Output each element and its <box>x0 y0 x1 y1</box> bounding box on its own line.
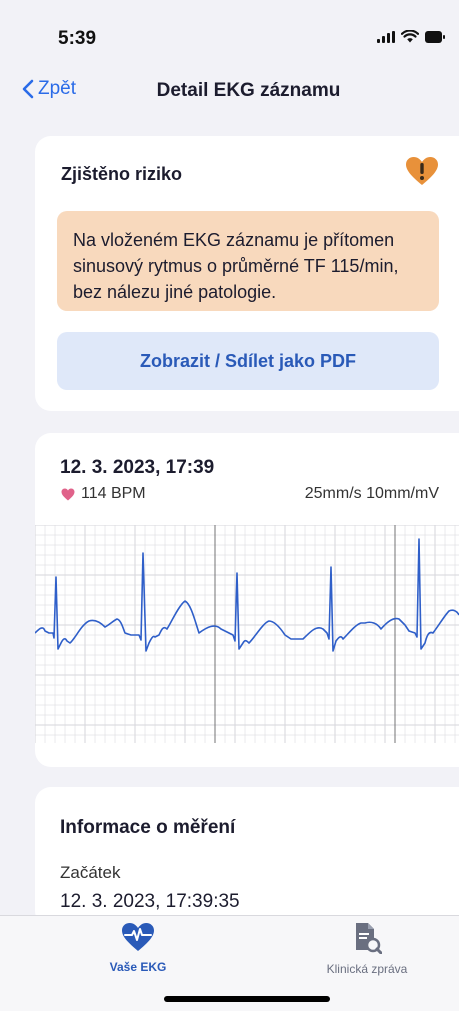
heart-pulse-icon <box>122 923 154 951</box>
risk-message: Na vloženém EKG záznamu je přítomen sinu… <box>73 230 399 302</box>
ekg-date: 12. 3. 2023, 17:39 <box>60 457 215 478</box>
risk-message-box: Na vloženém EKG záznamu je přítomen sinu… <box>57 211 439 311</box>
ekg-heart-rate: 114 BPM <box>61 485 146 503</box>
tab-label-klinicka-zprava: Klinická zpráva <box>326 962 408 976</box>
ekg-scale: 25mm/s 10mm/mV <box>304 485 439 502</box>
wifi-icon <box>401 30 419 43</box>
cellular-signal-icon <box>377 30 395 43</box>
ekg-trace-chart <box>35 525 459 743</box>
view-share-pdf-button[interactable]: Zobrazit / Sdílet jako PDF <box>57 332 439 390</box>
status-time: 5:39 <box>58 28 97 49</box>
document-search-icon <box>356 923 383 955</box>
risk-card: Zjištěno riziko Na vloženém EKG záznamu … <box>35 136 459 411</box>
info-title: Informace o měření <box>60 817 236 838</box>
heart-icon <box>61 488 75 500</box>
tab-vase-ekg[interactable]: Vaše EKG <box>48 922 228 974</box>
battery-icon <box>425 30 445 43</box>
risk-title: Zjištěno riziko <box>61 164 183 184</box>
home-indicator <box>164 996 330 1002</box>
tab-label-vase-ekg: Vaše EKG <box>109 960 167 974</box>
heart-warning-icon <box>406 157 438 185</box>
status-icons <box>377 30 445 43</box>
tab-klinicka-zprava[interactable]: Klinická zpráva <box>277 922 457 976</box>
measurement-info-card: Informace o měření Začátek 12. 3. 2023, … <box>35 787 459 927</box>
status-bar: 5:39 <box>0 0 459 62</box>
ekg-grid <box>35 525 459 743</box>
start-label: Začátek <box>60 863 121 882</box>
navigation-bar: Zpět Detail EKG záznamu <box>0 72 459 112</box>
page-title: Detail EKG záznamu <box>156 80 341 101</box>
ekg-card: 12. 3. 2023, 17:39 114 BPM 25mm/s 10mm/m… <box>35 433 459 767</box>
start-value: 12. 3. 2023, 17:39:35 <box>60 891 240 912</box>
bpm-value: 114 BPM <box>81 485 146 502</box>
